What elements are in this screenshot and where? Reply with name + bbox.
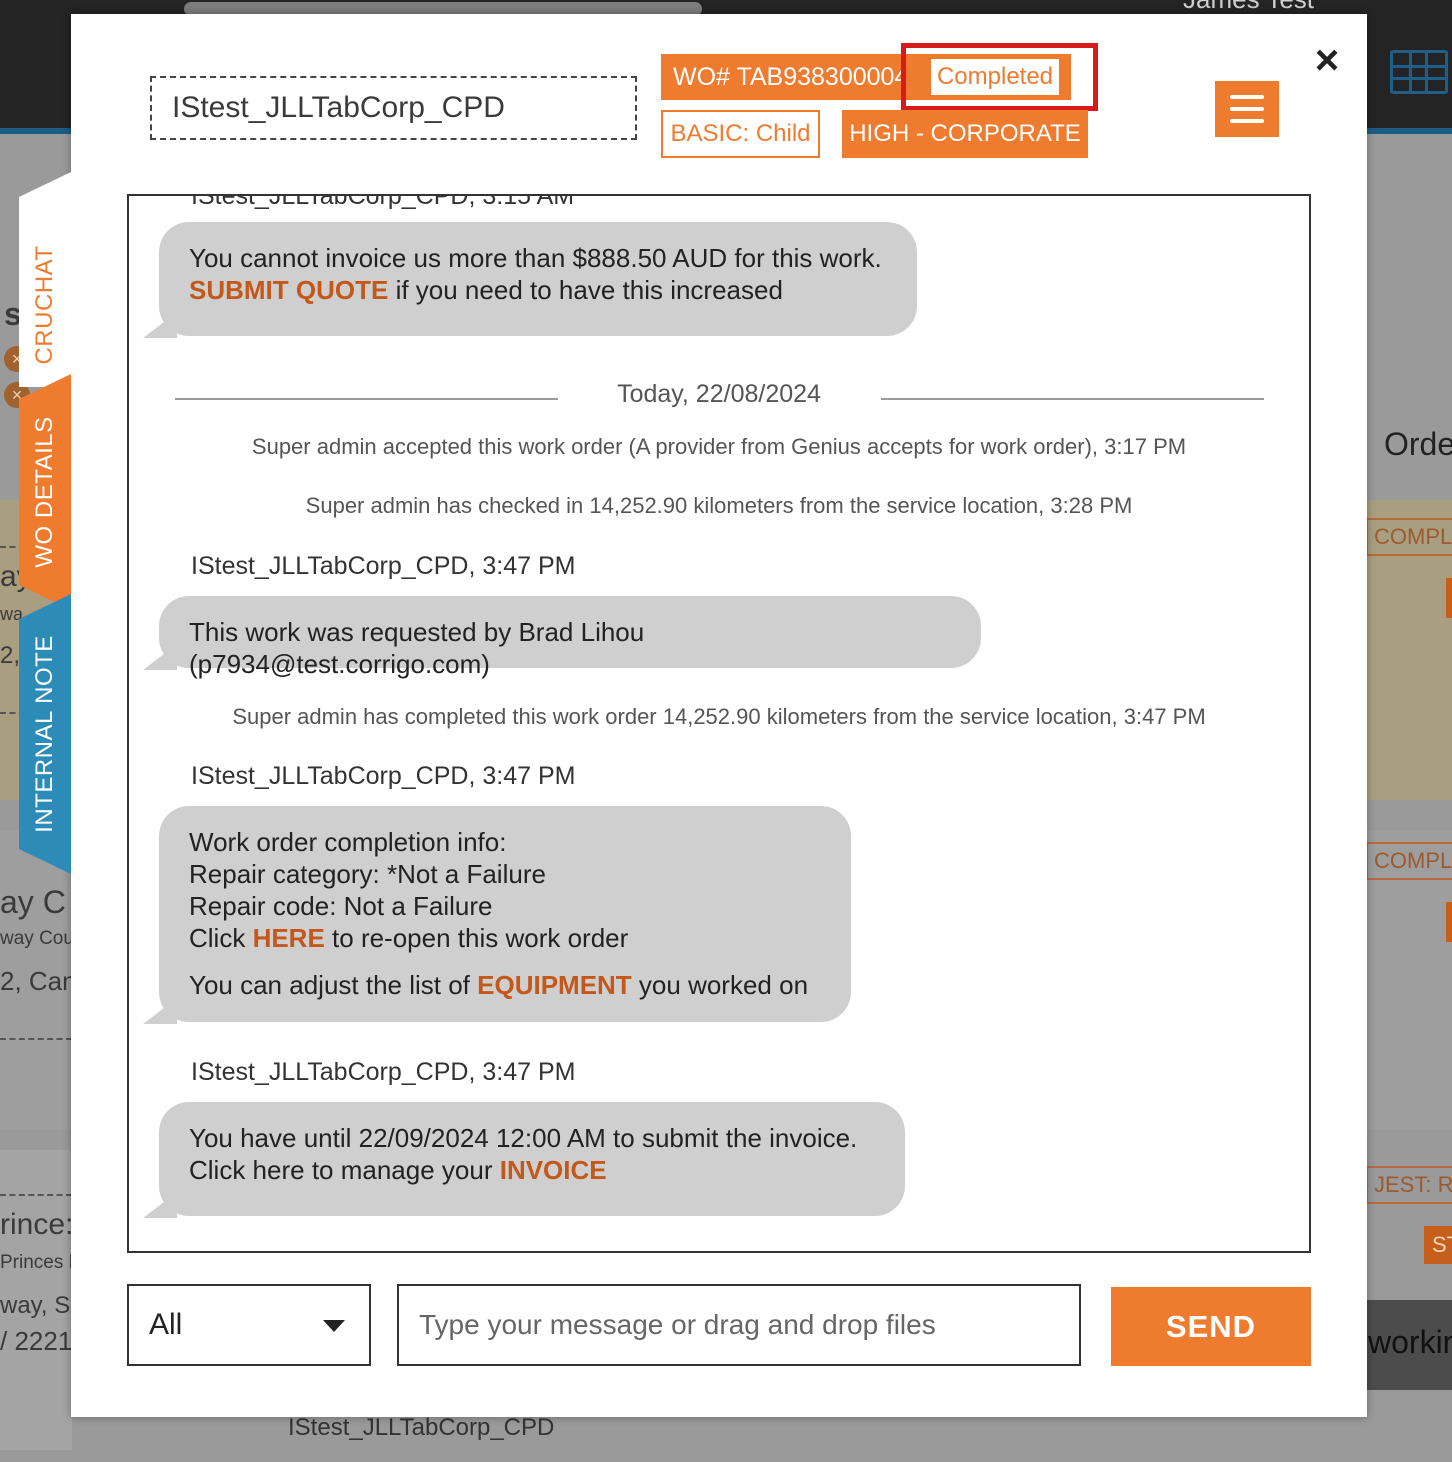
tab-internal-note-label: INTERNAL NOTE [31, 635, 58, 833]
bubble-text: You can adjust the list of [189, 970, 478, 1000]
priority-badge: HIGH - CORPORATE [842, 110, 1088, 158]
background-text: workin [1368, 1324, 1452, 1360]
bubble-text: Repair code: Not a Failure [189, 891, 493, 921]
message-filter-value: All [149, 1308, 183, 1341]
background-text: 2, [0, 642, 21, 669]
bubble-tail [143, 998, 177, 1024]
bubble-tail [143, 644, 177, 670]
message-input[interactable] [397, 1284, 1081, 1366]
background-text: ay C [0, 884, 66, 920]
hamburger-icon [1230, 95, 1264, 99]
tab-cruchat-label: CRUCHAT [31, 245, 58, 365]
message-sender: IStest_JLLTabCorp_CPD, 3:15 AM [191, 194, 575, 210]
date-separator: Today, 22/08/2024 [129, 380, 1309, 409]
bubble-text: if you need to have this increased [388, 275, 783, 305]
message-sender: IStest_JLLTabCorp_CPD, 3:47 PM [191, 552, 576, 580]
background-status-tag: ST [1424, 1226, 1452, 1264]
grid-view-icon [1390, 50, 1448, 94]
submit-quote-link[interactable]: SUBMIT QUOTE [189, 275, 388, 305]
hamburger-icon [1230, 107, 1264, 111]
bubble-tail [143, 1192, 177, 1218]
tab-wo-details-label: WO DETAILS [31, 416, 58, 568]
background-marker [1446, 902, 1452, 942]
message-sender: IStest_JLLTabCorp_CPD, 3:47 PM [191, 762, 576, 790]
chat-bubble: You cannot invoice us more than $888.50 … [143, 222, 917, 338]
send-button[interactable]: SEND [1111, 1287, 1311, 1366]
background-text: IStest_JLLTabCorp_CPD [288, 1414, 555, 1441]
background-text: Princes H [0, 1252, 83, 1273]
background-text: way Cou [0, 928, 74, 949]
background-text: Orde [1384, 426, 1452, 462]
status-highlight-box [901, 43, 1098, 111]
tab-internal-note[interactable]: INTERNAL NOTE [19, 594, 71, 874]
invoice-link[interactable]: INVOICE [500, 1155, 607, 1185]
work-order-modal: IStest_JLLTabCorp_CPD WO# TAB93830000400… [19, 14, 1367, 1417]
chat-bubble: This work was requested by Brad Lihou (p… [143, 596, 981, 679]
hamburger-icon [1230, 119, 1264, 123]
bubble-text: Work order completion info: [189, 827, 507, 857]
background-user-name: James Test [1183, 0, 1314, 15]
background-text: / 2221 [0, 1326, 73, 1356]
message-sender: IStest_JLLTabCorp_CPD, 3:47 PM [191, 1058, 576, 1086]
chat-transcript[interactable]: IStest_JLLTabCorp_CPD, 3:15 AM You canno… [127, 194, 1311, 1253]
tab-wo-details[interactable]: WO DETAILS [19, 374, 71, 610]
work-order-number-badge: WO# TAB93830000400 [661, 54, 901, 100]
bubble-text: Repair category: *Not a Failure [189, 859, 546, 889]
bubble-text: you worked on [631, 970, 809, 1000]
type-badge: BASIC: Child [661, 110, 820, 158]
bubble-text: This work was requested by Brad Lihou (p… [189, 617, 645, 679]
chat-bubble: Work order completion info: Repair categ… [143, 806, 851, 1024]
bubble-text: Click [189, 923, 253, 953]
background-divider [0, 1038, 72, 1040]
system-message: Super admin has checked in 14,252.90 kil… [305, 493, 1133, 518]
bubble-text: You cannot invoice us more than $888.50 … [189, 243, 882, 273]
system-message: Super admin accepted this work order (A … [251, 434, 1187, 459]
bubble-text: Click here to manage your [189, 1155, 500, 1185]
reopen-link[interactable]: HERE [253, 923, 325, 953]
chat-bubble: You have until 22/09/2024 12:00 AM to su… [143, 1102, 905, 1218]
equipment-link[interactable]: EQUIPMENT [477, 970, 632, 1000]
background-status-tag: JEST: Re [1366, 1166, 1452, 1204]
background-divider [0, 1194, 72, 1196]
background-text: rince: [0, 1208, 74, 1241]
background-status-tag: COMPL [1366, 842, 1452, 880]
customer-name: IStest_JLLTabCorp_CPD [150, 76, 637, 140]
bubble-text: You have until 22/09/2024 12:00 AM to su… [189, 1123, 858, 1153]
message-filter-select[interactable]: All [127, 1284, 371, 1366]
caret-down-icon [323, 1320, 345, 1332]
date-separator-text: Today, 22/08/2024 [597, 380, 841, 408]
background-status-tag: COMPL [1366, 518, 1452, 556]
tab-cruchat[interactable]: CRUCHAT [19, 172, 71, 387]
system-message: Super admin has completed this work orde… [232, 704, 1206, 729]
bubble-tail [143, 312, 177, 338]
background-marker [1446, 578, 1452, 618]
bubble-text: to re-open this work order [324, 923, 629, 953]
close-icon[interactable]: × [1309, 39, 1345, 81]
menu-button[interactable] [1215, 81, 1279, 137]
